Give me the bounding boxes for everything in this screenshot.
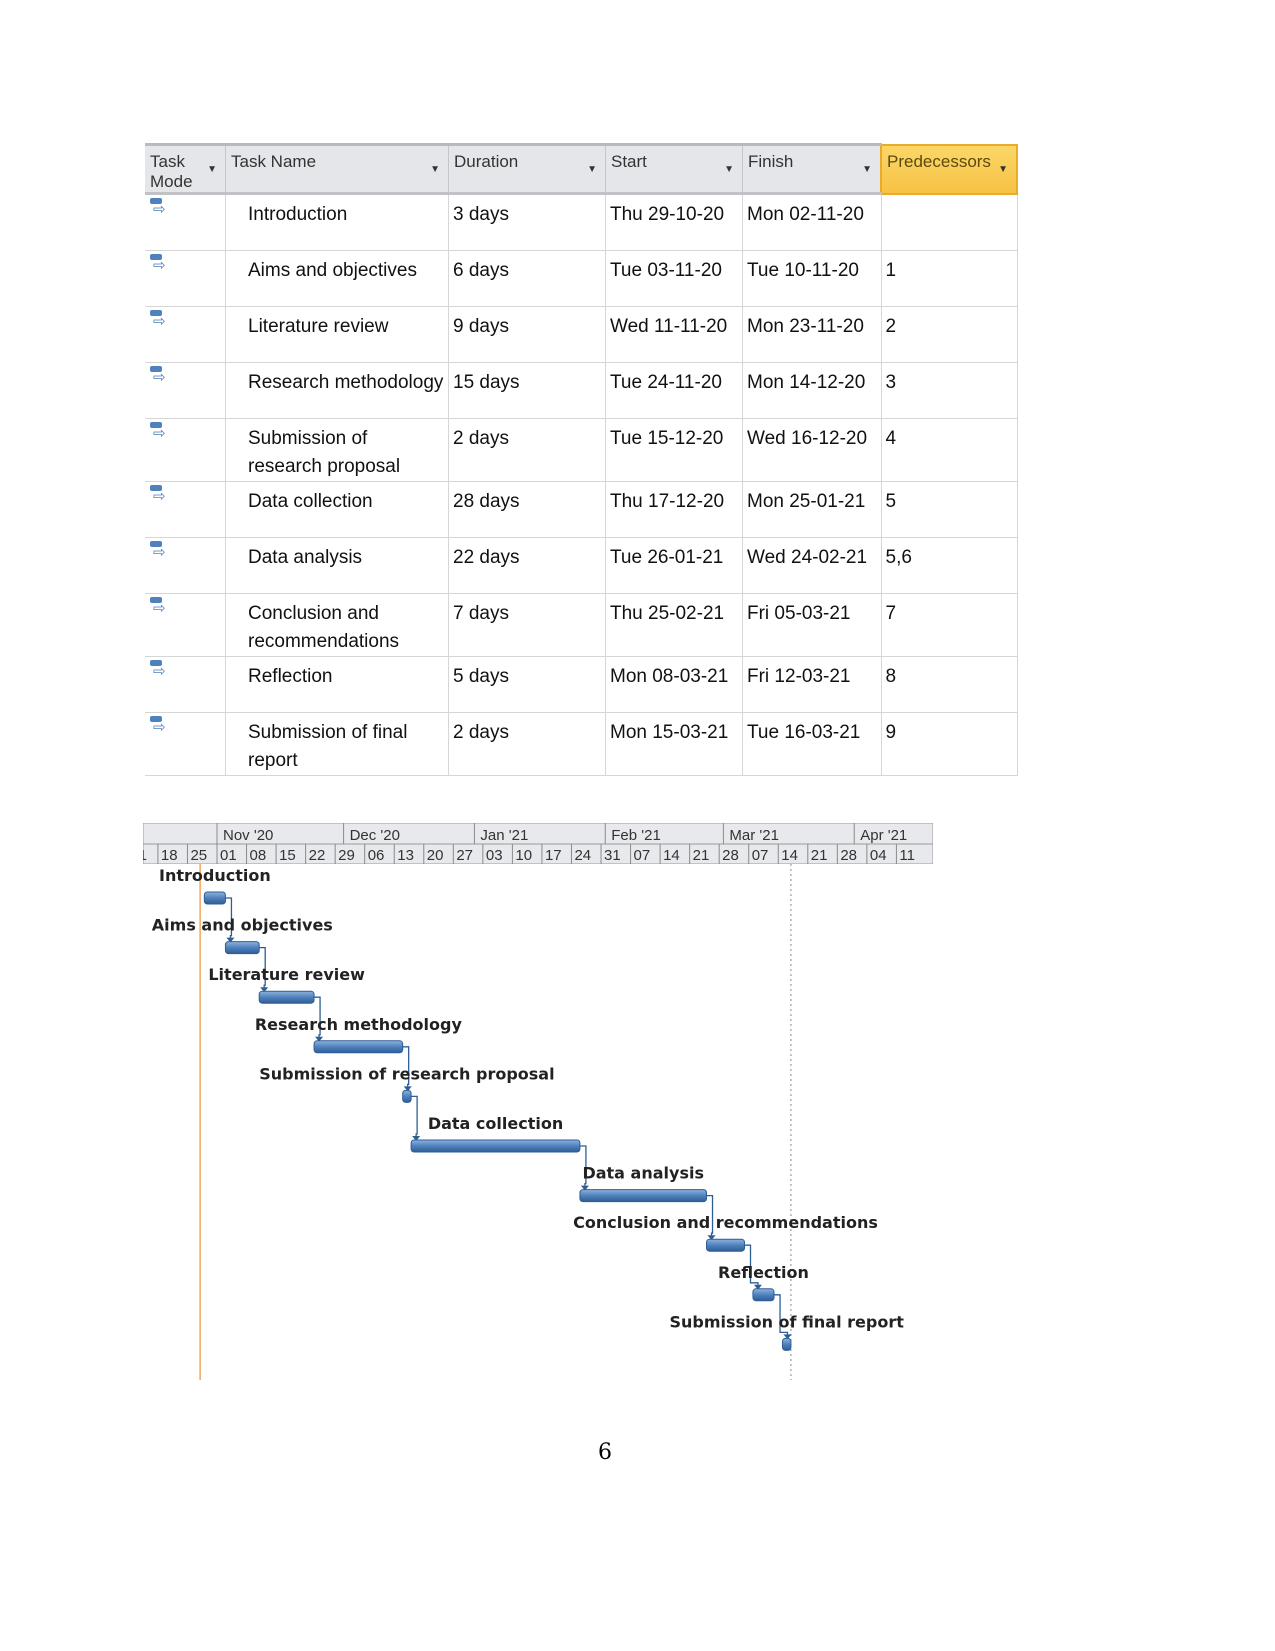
week-label: 21 [811,847,828,864]
gantt-bar-label: Data analysis [582,1164,704,1183]
week-label: 31 [604,847,621,864]
gantt-bar-label: Data collection [428,1114,563,1133]
week-label: 04 [870,847,887,864]
week-label: 03 [486,847,503,864]
week-label: 28 [840,847,857,864]
week-label: 29 [338,847,355,864]
week-label: 21 [693,847,710,864]
gantt-bar-label: Literature review [208,965,365,984]
gantt-bar-label: Conclusion and recommendations [573,1213,878,1232]
gantt-bar-label: Aims and objectives [152,916,333,935]
week-label: 08 [250,847,267,864]
month-label: Jan '21 [480,827,528,844]
gantt-bar [579,1189,708,1203]
gantt-bar [781,1337,792,1351]
week-label: 14 [663,847,680,864]
week-label: 24 [574,847,591,864]
month-label: O [92,827,104,844]
week-label: 25 [190,847,207,864]
dependency-link [411,1095,418,1138]
week-label: 06 [368,847,385,864]
week-label: 11 [899,847,915,864]
month-label: Nov '20 [223,827,273,844]
week-label: 27 [456,847,473,864]
week-label: 07 [634,847,651,864]
week-label: 17 [545,847,562,864]
gantt-bar [313,1040,404,1054]
gantt-bar [258,990,315,1004]
gantt-chart: O Nov '20 Dec '20 Jan '21 Feb '21 Mar '21 Apr … [92,823,933,1380]
week-label: 14 [781,847,798,864]
timescale-header: O Nov '20 Dec '20 Jan '21 Feb '21 Mar '21 Apr … [92,823,933,864]
document-page: Task Mode ▼ Task Name ▼ Duration ▼ Start ▼ F… [0,0,1275,1651]
week-label: 18 [161,847,178,864]
month-label: Apr '21 [860,827,907,844]
week-label: 20 [427,847,444,864]
gantt-bar [402,1089,412,1103]
week-label: 15 [279,847,296,864]
gantt-bar-label: Reflection [718,1263,809,1282]
week-label: 01 [220,847,237,864]
week-label: 07 [752,847,769,864]
gantt-bar [410,1139,581,1153]
gantt-bar-label: Introduction [159,866,271,885]
month-label: Feb '21 [611,827,661,844]
month-label: Mar '21 [729,827,779,844]
week-label: 10 [515,847,532,864]
month-label: Dec '20 [350,827,400,844]
page-number: 6 [598,1440,612,1465]
gantt-bar [752,1288,775,1302]
week-label: 11 [131,847,147,864]
gantt-bar-label: Submission of research proposal [259,1064,554,1083]
gantt-bar-label: Submission of final report [670,1312,905,1331]
gantt-bar [224,941,260,955]
week-label: 28 [722,847,739,864]
gantt-bar [706,1238,746,1252]
gantt-bar-label: Research methodology [255,1015,463,1034]
gantt-bar [203,891,226,905]
week-label: 22 [309,847,326,864]
week-label: 13 [397,847,414,864]
